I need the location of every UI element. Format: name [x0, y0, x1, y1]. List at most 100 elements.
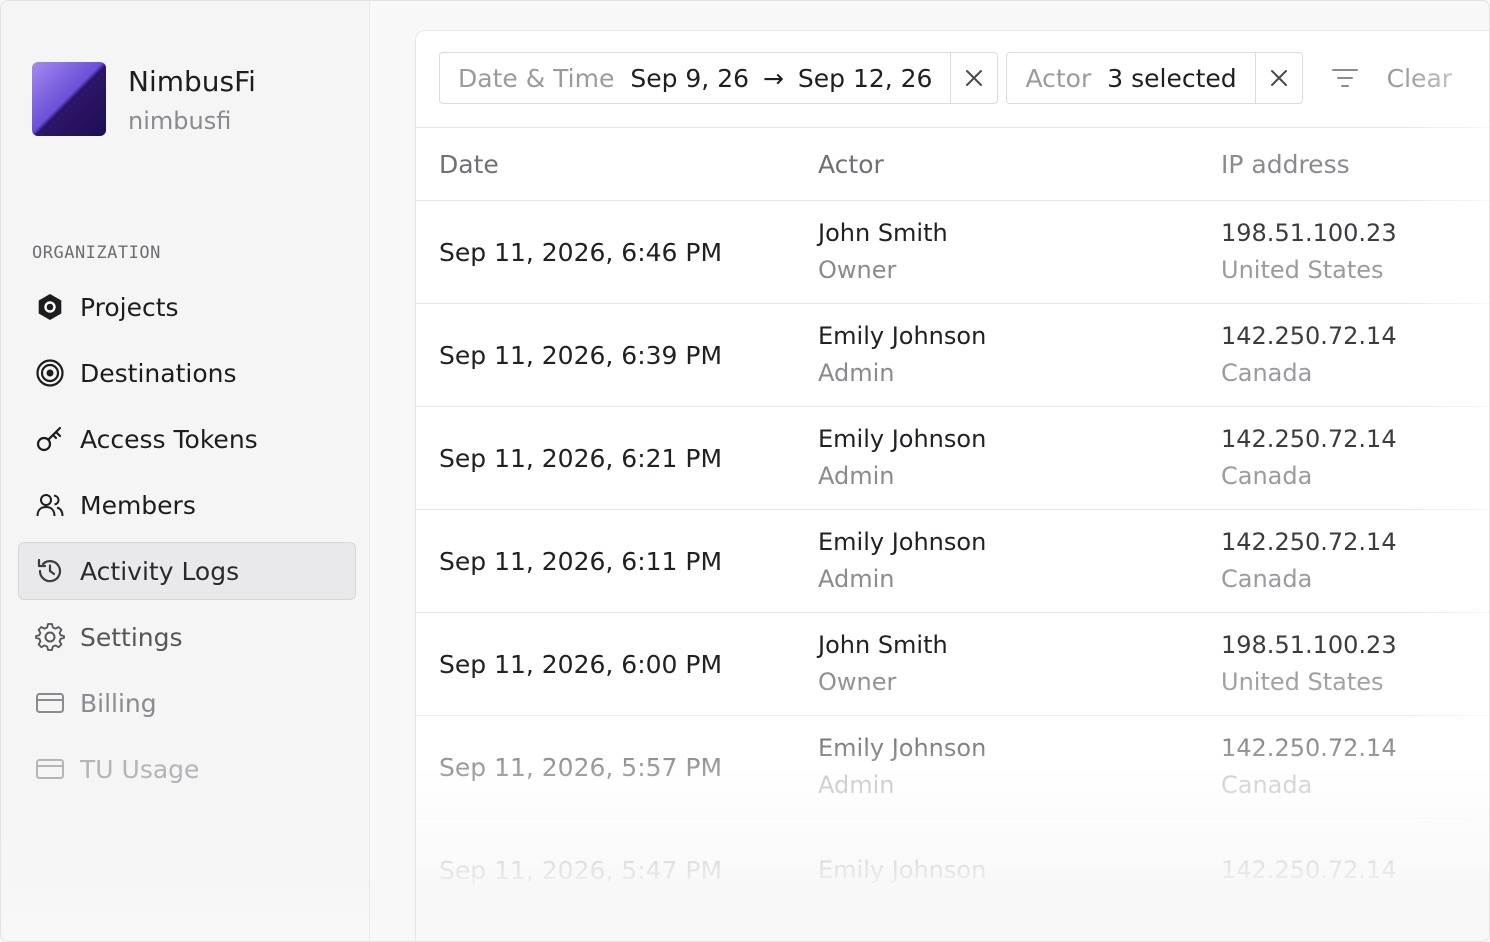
ip-country: Canada [1221, 462, 1313, 490]
date-filter-chip[interactable]: Date & Time Sep 9, 26 → Sep 12, 26 [439, 52, 999, 104]
sidebar-item-destinations[interactable]: Destinations [18, 344, 356, 402]
sidebar-item-label: Activity Logs [80, 556, 240, 586]
actor-role: Owner [818, 668, 897, 696]
actor-filter-value: 3 selected [1107, 63, 1237, 93]
sidebar-item-members[interactable]: Members [18, 476, 356, 534]
table-row[interactable]: Sep 11, 2026, 6:21 PM Emily Johnson Admin 1… [416, 407, 1489, 510]
row-actor: John Smith Owner [818, 627, 1221, 701]
actor-role: Admin [818, 565, 895, 593]
date-filter-value: Sep 9, 26 → Sep 12, 26 [630, 64, 950, 93]
filter-bar: Date & Time Sep 9, 26 → Sep 12, 26 Actor… [439, 52, 1452, 104]
row-actor: Emily Johnson Admin [818, 524, 1221, 598]
org-slug: nimbusfi [128, 107, 232, 135]
sidebar-item-tu-usage[interactable]: TU Usage [18, 740, 356, 798]
sidebar: NimbusFi nimbusfi ORGANIZATION Projects … [1, 1, 370, 941]
date-to: Sep 12, 26 [797, 63, 933, 93]
actor-name: Emily Johnson [818, 425, 987, 453]
sidebar-item-label: Members [80, 490, 196, 520]
row-ip: 198.51.100.23 United States [1221, 215, 1481, 289]
hexagon-icon [34, 291, 66, 323]
sidebar-nav: Projects Destinations Access Tokens Memb… [18, 278, 356, 806]
row-actor: Emily Johnson [818, 852, 1221, 889]
row-actor: Emily Johnson Admin [818, 730, 1221, 804]
row-date: Sep 11, 2026, 5:57 PM [439, 752, 723, 782]
card-icon [34, 753, 66, 785]
actor-name: John Smith [818, 219, 948, 247]
row-date: Sep 11, 2026, 6:00 PM [439, 649, 723, 679]
row-date: Sep 11, 2026, 6:39 PM [439, 340, 723, 370]
clear-filters-button[interactable]: Clear [1387, 64, 1452, 93]
actor-role: Owner [818, 256, 897, 284]
sidebar-item-label: Destinations [80, 358, 237, 388]
row-ip: 142.250.72.14 [1221, 852, 1481, 889]
filter-button[interactable] [1325, 53, 1365, 103]
actor-filter-label: Actor [1025, 63, 1092, 93]
card-icon [34, 687, 66, 719]
sidebar-item-projects[interactable]: Projects [18, 278, 356, 336]
target-icon [34, 357, 66, 389]
ip-country: Canada [1221, 565, 1313, 593]
org-header[interactable]: NimbusFi nimbusfi [32, 62, 256, 140]
ip-address: 142.250.72.14 [1221, 528, 1397, 556]
sidebar-item-label: Settings [80, 622, 183, 652]
row-ip: 142.250.72.14 Canada [1221, 318, 1481, 392]
table-row[interactable]: Sep 11, 2026, 5:47 PM Emily Johnson 142.25… [416, 819, 1489, 922]
sidebar-item-label: TU Usage [80, 754, 200, 784]
remove-date-filter-button[interactable] [950, 53, 997, 103]
row-ip: 142.250.72.14 Canada [1221, 524, 1481, 598]
ip-country: United States [1221, 668, 1384, 696]
sidebar-item-settings[interactable]: Settings [18, 608, 356, 666]
row-date: Sep 11, 2026, 5:47 PM [439, 855, 723, 885]
header-ip[interactable]: IP address [1221, 146, 1481, 183]
table-row[interactable]: Sep 11, 2026, 6:11 PM Emily Johnson Admin 1… [416, 510, 1489, 613]
close-icon [966, 70, 983, 86]
actor-role: Admin [818, 771, 895, 799]
date-filter-label: Date & Time [458, 63, 615, 93]
users-icon [34, 489, 66, 521]
sidebar-item-label: Billing [80, 688, 157, 718]
activity-log-panel: Date & Time Sep 9, 26 → Sep 12, 26 Actor… [415, 30, 1489, 941]
actor-name: Emily Johnson [818, 528, 987, 556]
row-date: Sep 11, 2026, 6:46 PM [439, 237, 723, 267]
sidebar-item-access-tokens[interactable]: Access Tokens [18, 410, 356, 468]
table-row[interactable]: Sep 11, 2026, 6:46 PM John Smith Owner 198.… [416, 201, 1489, 304]
actor-name: Emily Johnson [818, 734, 987, 762]
sidebar-item-billing[interactable]: Billing [18, 674, 356, 732]
ip-address: 142.250.72.14 [1221, 322, 1397, 350]
row-ip: 142.250.72.14 Canada [1221, 421, 1481, 495]
actor-name: John Smith [818, 631, 948, 659]
history-icon [34, 555, 66, 587]
row-ip: 142.250.72.14 Canada [1221, 730, 1481, 804]
header-date[interactable]: Date [416, 150, 818, 179]
org-name: NimbusFi [128, 65, 256, 98]
ip-address: 142.250.72.14 [1221, 734, 1397, 762]
filter-icon [1331, 69, 1358, 87]
remove-actor-filter-button[interactable] [1254, 53, 1302, 103]
section-label: ORGANIZATION [32, 243, 161, 263]
sidebar-item-label: Projects [80, 292, 179, 322]
table-body: Sep 11, 2026, 6:46 PM John Smith Owner 198.… [416, 201, 1489, 922]
table-row[interactable]: Sep 11, 2026, 6:39 PM Emily Johnson Admin 1… [416, 304, 1489, 407]
row-ip: 198.51.100.23 United States [1221, 627, 1481, 701]
table-row[interactable]: Sep 11, 2026, 5:57 PM Emily Johnson Admin 1… [416, 716, 1489, 819]
actor-role: Admin [818, 359, 895, 387]
table-header: Date Actor IP address [416, 127, 1489, 201]
sidebar-fade [1, 821, 369, 941]
close-icon [1270, 70, 1287, 86]
sidebar-item-activity-logs[interactable]: Activity Logs [18, 542, 356, 600]
ip-address: 198.51.100.23 [1221, 219, 1397, 247]
ip-address: 142.250.72.14 [1221, 425, 1397, 453]
ip-address: 142.250.72.14 [1221, 855, 1397, 884]
actor-name: Emily Johnson [818, 855, 987, 884]
gear-icon [34, 621, 66, 653]
actor-filter-chip[interactable]: Actor 3 selected [1006, 52, 1303, 104]
arrow-right-icon: → [762, 63, 784, 93]
app-window: NimbusFi nimbusfi ORGANIZATION Projects … [0, 0, 1490, 942]
ip-country: Canada [1221, 771, 1313, 799]
activity-table: Date Actor IP address Sep 11, 2026, 6:46… [416, 127, 1489, 922]
org-logo [32, 62, 106, 136]
key-icon [34, 423, 66, 455]
header-actor[interactable]: Actor [818, 146, 1221, 183]
ip-address: 198.51.100.23 [1221, 631, 1397, 659]
table-row[interactable]: Sep 11, 2026, 6:00 PM John Smith Owner 198.… [416, 613, 1489, 716]
